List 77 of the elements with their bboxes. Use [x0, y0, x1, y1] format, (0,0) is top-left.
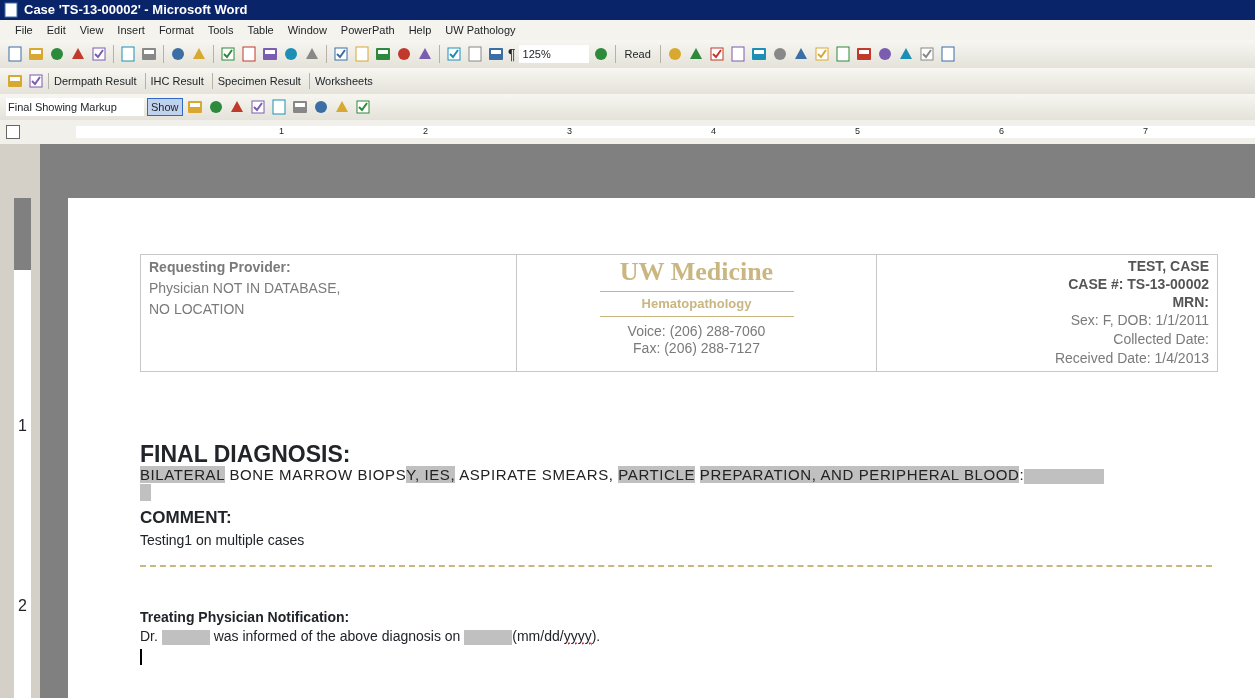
menu-item[interactable]: Table [240, 21, 281, 39]
toolbar-icon[interactable] [854, 45, 873, 63]
toolbar-icon[interactable] [6, 45, 24, 63]
ruler-number: 4 [710, 125, 716, 139]
blank-field [140, 483, 151, 501]
menu-item[interactable]: Window [280, 21, 334, 39]
ruler-margin [14, 198, 31, 270]
toolbar-icon[interactable] [445, 45, 463, 63]
ruler-number: 2 [18, 596, 27, 616]
patient-field: Sex: F, DOB: 1/1/2011 [885, 311, 1209, 330]
phone-number: Fax: (206) 288-7127 [632, 340, 761, 357]
section-heading: COMMENT: [140, 506, 233, 529]
toolbar-icon[interactable] [27, 72, 45, 90]
text-cursor [140, 649, 142, 666]
phone-number: Voice: (206) 288-7060 [626, 323, 767, 340]
toolbar-icon[interactable] [938, 45, 957, 63]
toolbar-icon[interactable] [290, 98, 309, 116]
menu-item[interactable]: File [8, 21, 40, 39]
menu-item[interactable]: PowerPath [333, 21, 402, 39]
patient-field: Received Date: 1/4/2013 [885, 349, 1209, 368]
toolbar-icon[interactable] [487, 45, 505, 63]
toolbar-icon[interactable] [261, 45, 279, 63]
toolbar-icon[interactable] [749, 45, 768, 63]
markup-dropdown[interactable]: Final Showing Markup [6, 98, 144, 116]
show-button[interactable]: Show [147, 98, 183, 116]
patient-field: CASE #: TS-13-00002 [885, 275, 1209, 293]
zoom-field[interactable]: 125% [518, 45, 589, 63]
toolbar-icon[interactable] [282, 45, 300, 63]
toolbar-icon[interactable] [353, 98, 372, 116]
menu-item[interactable]: View [72, 21, 111, 39]
diagnosis-text: BILATERAL BONE MARROW BIOPSY, IES, ASPIRATE SMEARS, PARTICLE PREPARATION, AND PERIPHERAL BLOOD: [140, 466, 1245, 484]
toolbar-icon[interactable] [917, 45, 936, 63]
toolbar-icon[interactable] [332, 45, 350, 63]
toolbar-icon[interactable] [140, 45, 158, 63]
ruler-number: 3 [566, 125, 572, 139]
toolbar-icon[interactable] [248, 98, 267, 116]
pilcrow-icon[interactable]: ¶ [508, 43, 516, 65]
toolbar-link[interactable]: Specimen Result [211, 72, 306, 90]
ruler-number: 5 [854, 125, 860, 139]
patient-field: MRN: [885, 293, 1209, 311]
department-name: Hematopathology [599, 291, 794, 317]
toolbar-icon[interactable] [728, 45, 747, 63]
toolbar-icon[interactable] [169, 45, 187, 63]
menu-item[interactable]: Tools [200, 21, 241, 39]
toolbar-icon[interactable] [90, 45, 108, 63]
toolbar-icon[interactable] [395, 45, 413, 63]
menu-item[interactable]: Edit [39, 21, 73, 39]
read-button[interactable]: Read [620, 45, 655, 63]
provider-label: Requesting Provider: [149, 258, 292, 277]
window-title: Case 'TS-13-00002' - Microsoft Word [24, 1, 248, 20]
toolbar-icon[interactable] [240, 45, 258, 63]
ruler-number: 6 [998, 125, 1004, 139]
toolbar-icon[interactable] [833, 45, 852, 63]
patient-field: Collected Date: [885, 330, 1209, 349]
toolbar-icon[interactable] [48, 45, 66, 63]
toolbar-icon[interactable] [219, 45, 237, 63]
toolbar-link[interactable]: Dermpath Result [48, 72, 142, 90]
ruler-number: 1 [18, 416, 27, 436]
menu-item[interactable]: UW Pathology [438, 21, 523, 39]
menu-item[interactable]: Format [151, 21, 201, 39]
ruler-number: 1 [278, 125, 284, 139]
section-heading: FINAL DIAGNOSIS: [140, 442, 352, 466]
toolbar-icon[interactable] [707, 45, 726, 63]
toolbar-icon[interactable] [374, 45, 392, 63]
tab-selector[interactable] [6, 125, 20, 139]
ruler-number: 2 [422, 125, 428, 139]
ruler-number: 7 [1142, 125, 1148, 139]
comment-text: Testing1 on multiple cases [140, 531, 306, 551]
toolbar-link[interactable]: Worksheets [308, 72, 378, 90]
org-name: UW Medicine [618, 257, 775, 287]
menu-item[interactable]: Insert [110, 21, 152, 39]
provider-text: Physician NOT IN DATABASE, NO LOCATION [149, 279, 342, 319]
notification-text: Dr. was informed of the above diagnosis on (mm/dd/yyyy). [140, 628, 602, 646]
toolbar-link[interactable]: IHC Result [144, 72, 209, 90]
notification-heading: Treating Physician Notification: [140, 608, 351, 628]
menu-item[interactable]: Help [401, 21, 439, 39]
patient-field: TEST, CASE [885, 257, 1209, 275]
